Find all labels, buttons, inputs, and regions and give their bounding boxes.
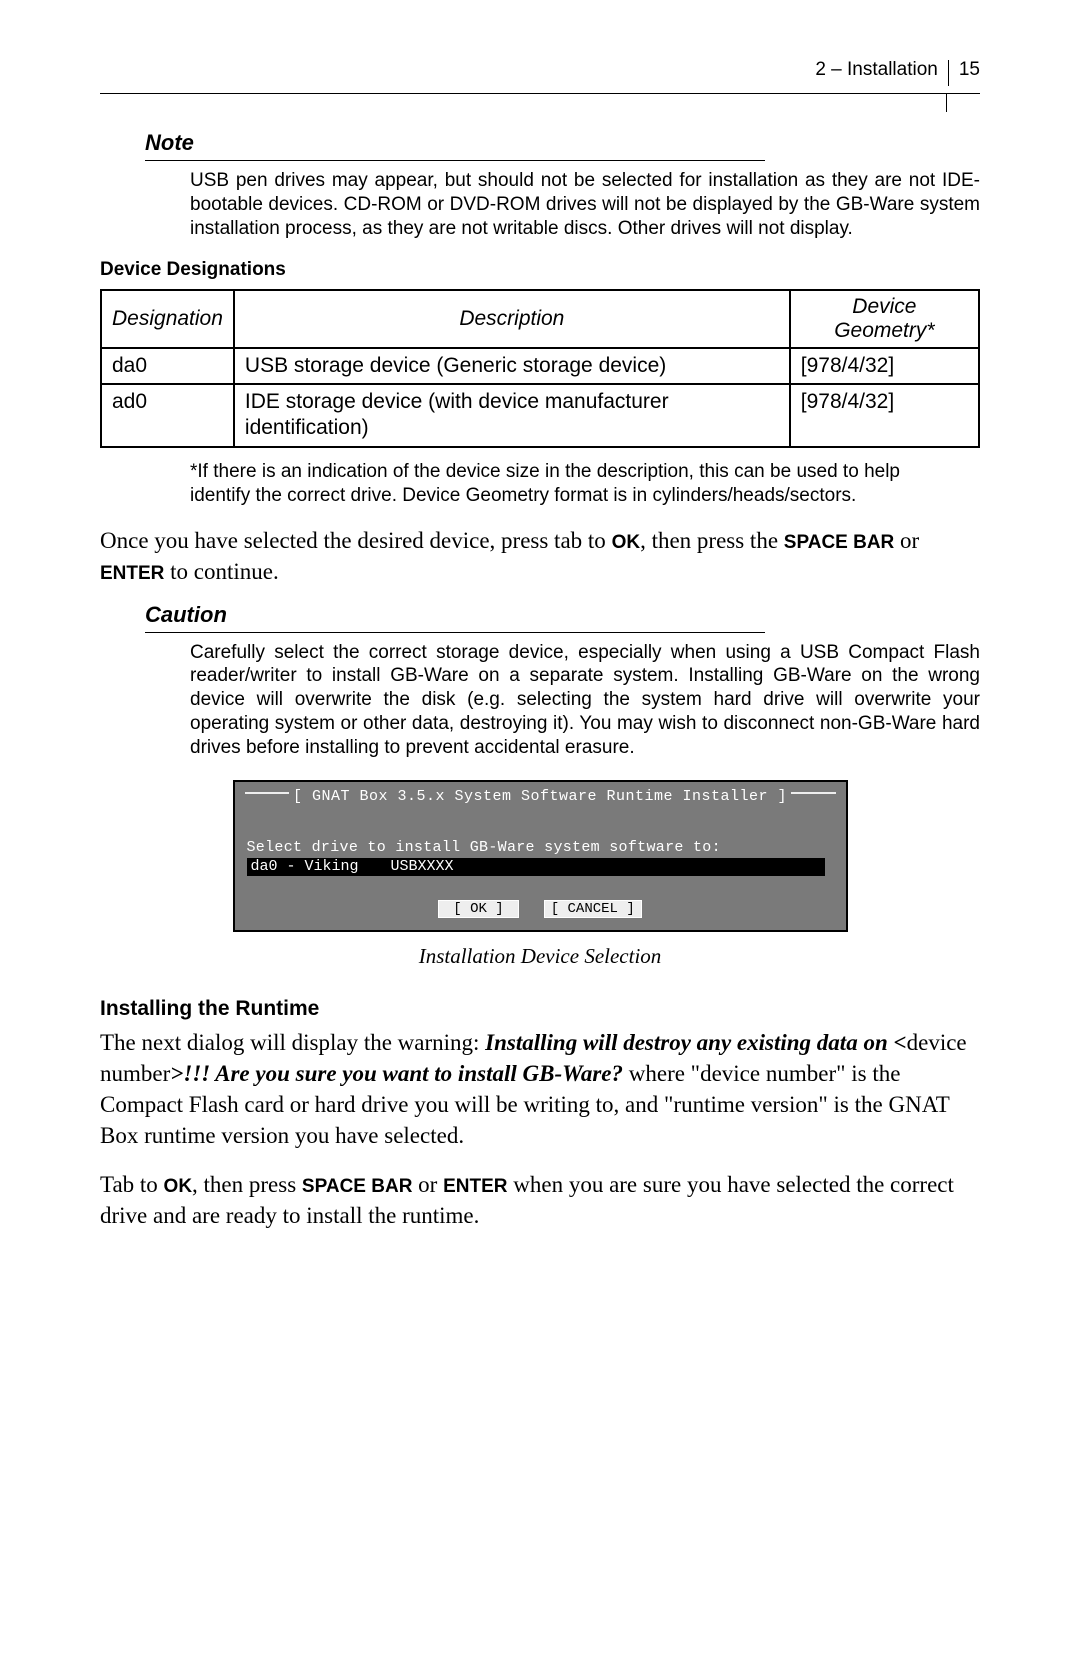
device-designations-table: Designation Description Device Geometry*… — [100, 289, 980, 448]
table-row: da0 USB storage device (Generic storage … — [101, 348, 979, 384]
ok-label: OK — [164, 1176, 193, 1197]
enter-label: ENTER — [443, 1176, 507, 1197]
note-body: USB pen drives may appear, but should no… — [190, 169, 980, 241]
terminal-prompt: Select drive to install GB-Ware system s… — [247, 839, 834, 856]
terminal-input-left: da0 - Viking — [251, 859, 391, 875]
caution-heading: Caution — [145, 602, 765, 633]
enter-label: ENTER — [100, 563, 164, 584]
cell-designation: ad0 — [101, 384, 234, 447]
cell-geometry: [978/4/32] — [790, 384, 979, 447]
terminal-window: GNAT Box 3.5.x System Software Runtime I… — [233, 780, 848, 932]
terminal-ok-button[interactable]: OK — [438, 900, 518, 918]
paragraph-select-device: Once you have selected the desired devic… — [100, 525, 980, 587]
warning-text-1: Installing will destroy any existing dat… — [485, 1030, 906, 1055]
note-heading: Note — [145, 130, 765, 161]
table-footnote: *If there is an indication of the device… — [190, 460, 900, 508]
terminal-input[interactable]: da0 - VikingUSBXXXX — [247, 858, 825, 876]
terminal-input-right: USBXXXX — [391, 858, 454, 875]
space-bar-label: SPACE BAR — [784, 532, 895, 553]
cell-designation: da0 — [101, 348, 234, 384]
caution-block: Caution Carefully select the correct sto… — [100, 602, 980, 761]
space-bar-label: SPACE BAR — [302, 1176, 413, 1197]
cell-description: USB storage device (Generic storage devi… — [234, 348, 790, 384]
device-designations-label: Device Designations — [100, 259, 980, 281]
page-number: 15 — [949, 60, 980, 86]
table-row: ad0 IDE storage device (with device manu… — [101, 384, 979, 447]
cell-description: IDE storage device (with device manufact… — [234, 384, 790, 447]
runtime-paragraph-1: The next dialog will display the warning… — [100, 1027, 980, 1151]
col-geometry: Device Geometry* — [790, 290, 979, 348]
caution-body: Carefully select the correct storage dev… — [190, 641, 980, 761]
ok-label: OK — [612, 532, 641, 553]
terminal-cancel-button[interactable]: CANCEL — [544, 900, 642, 918]
warning-text-2: >!!! Are you sure you want to install GB… — [170, 1061, 623, 1086]
page-header: 2 – Installation 15 — [100, 60, 980, 94]
runtime-paragraph-2: Tab to OK, then press SPACE BAR or ENTER… — [100, 1169, 980, 1231]
col-designation: Designation — [101, 290, 234, 348]
chapter-label: 2 – Installation — [815, 60, 949, 86]
note-block: Note USB pen drives may appear, but shou… — [100, 130, 980, 241]
cell-geometry: [978/4/32] — [790, 348, 979, 384]
figure-caption: Installation Device Selection — [100, 944, 980, 969]
col-description: Description — [234, 290, 790, 348]
installing-runtime-heading: Installing the Runtime — [100, 997, 980, 1021]
terminal-title: GNAT Box 3.5.x System Software Runtime I… — [289, 788, 791, 805]
